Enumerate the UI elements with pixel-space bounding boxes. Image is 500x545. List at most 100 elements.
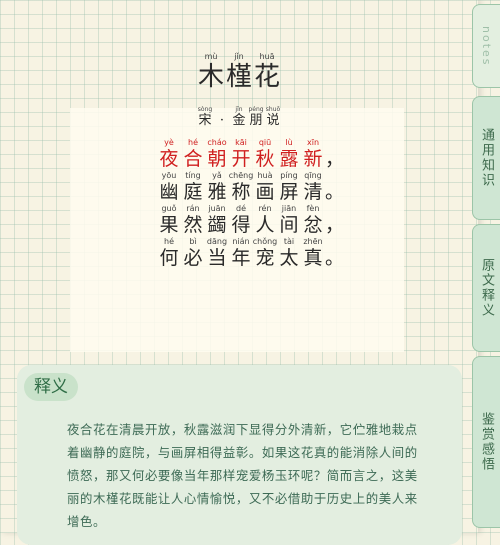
pinyin: píng bbox=[280, 171, 298, 180]
explanation-heading: 释义 bbox=[24, 373, 78, 401]
poem-author: sòng 宋 · jīn 金 péng 朋 shuō 说 bbox=[0, 106, 478, 129]
char-cell: tài 太 bbox=[277, 237, 301, 270]
hanzi: 说 bbox=[266, 113, 280, 128]
hanzi: 清 bbox=[303, 181, 323, 203]
pinyin: shuō bbox=[265, 106, 281, 113]
hanzi: 合 bbox=[183, 148, 203, 170]
pinyin: cháo bbox=[207, 138, 227, 147]
char-cell: mù 木 bbox=[197, 52, 225, 92]
punctuation: 。 bbox=[325, 181, 345, 203]
pinyin: yōu bbox=[161, 171, 177, 180]
hanzi: 露 bbox=[279, 148, 299, 170]
hanzi: 幽 bbox=[159, 181, 179, 203]
side-tab-strip: notes 通用知识 原文释义 鉴赏感悟 bbox=[472, 0, 500, 533]
pinyin: juān bbox=[208, 204, 226, 213]
pinyin: chǒng bbox=[252, 237, 278, 246]
pinyin: mù bbox=[204, 52, 218, 61]
pinyin: huà bbox=[257, 171, 273, 180]
poem-line: guǒ 果 rán 然 juān 蠲 dé 得 rén 人 jiān 间 fèn 忿， bbox=[157, 204, 344, 237]
tab-original-text[interactable]: 原文释义 bbox=[472, 224, 500, 352]
pinyin: rén bbox=[258, 204, 272, 213]
char-cell: chǒng 宠 bbox=[252, 237, 278, 270]
char-cell: qiū 秋 bbox=[253, 138, 277, 171]
pinyin: zhēn bbox=[303, 237, 323, 246]
tab-general-knowledge[interactable]: 通用知识 bbox=[472, 96, 500, 220]
hanzi: 画 bbox=[255, 181, 275, 203]
tab-label: 通用知识 bbox=[479, 128, 494, 188]
char-cell: zhēn 真 bbox=[301, 237, 325, 270]
char-cell: nián 年 bbox=[229, 237, 253, 270]
pinyin: yǎ bbox=[212, 171, 222, 180]
hanzi: 朋 bbox=[249, 113, 263, 128]
hanzi: 果 bbox=[159, 214, 179, 236]
hanzi: 宠 bbox=[255, 247, 275, 269]
hanzi: 宋 bbox=[198, 113, 212, 128]
hanzi: · bbox=[219, 113, 225, 128]
char-cell: fèn 忿 bbox=[301, 204, 325, 237]
char-cell: tíng 庭 bbox=[181, 171, 205, 204]
tab-notes[interactable]: notes bbox=[472, 4, 500, 88]
char-cell: · bbox=[214, 106, 231, 129]
hanzi: 新 bbox=[303, 148, 323, 170]
tab-appreciation[interactable]: 鉴赏感悟 bbox=[472, 356, 500, 528]
char-cell: juān 蠲 bbox=[205, 204, 229, 237]
explanation-text: 夜合花在清晨开放，秋露滋润下显得分外清新，它伫雅地栽点着幽静的庭院，与画屏相得益… bbox=[67, 422, 418, 529]
hanzi: 称 bbox=[231, 181, 251, 203]
hanzi: 雅 bbox=[207, 181, 227, 203]
hanzi: 年 bbox=[231, 247, 251, 269]
char-cell: hé 何 bbox=[157, 237, 181, 270]
pinyin: xīn bbox=[306, 138, 320, 147]
char-cell: hé 合 bbox=[181, 138, 205, 171]
pinyin: hé bbox=[164, 237, 174, 246]
poem-title: mù 木 jǐn 槿 huā 花 bbox=[0, 52, 478, 92]
char-cell: píng 屏 bbox=[277, 171, 301, 204]
hanzi: 庭 bbox=[183, 181, 203, 203]
char-cell: sòng 宋 bbox=[197, 106, 214, 129]
char-cell: cháo 朝 bbox=[205, 138, 229, 171]
pinyin: tíng bbox=[185, 171, 201, 180]
pinyin: lù bbox=[285, 138, 293, 147]
char-cell: kāi 开 bbox=[229, 138, 253, 171]
char-cell: jǐn 槿 bbox=[225, 52, 253, 92]
char-cell: rén 人 bbox=[253, 204, 277, 237]
pinyin: qīng bbox=[304, 171, 322, 180]
char-cell: bì 必 bbox=[181, 237, 205, 270]
pinyin: péng bbox=[248, 106, 264, 113]
hanzi: 槿 bbox=[225, 62, 252, 92]
pinyin: dāng bbox=[206, 237, 228, 246]
char-cell: dé 得 bbox=[229, 204, 253, 237]
pinyin: nián bbox=[232, 237, 250, 246]
pinyin: hé bbox=[188, 138, 198, 147]
pinyin: yè bbox=[164, 138, 174, 147]
char-cell: péng 朋 bbox=[248, 106, 265, 129]
pinyin: guǒ bbox=[161, 204, 177, 213]
hanzi: 木 bbox=[197, 62, 224, 92]
hanzi: 夜 bbox=[159, 148, 179, 170]
poem-line: hé 何 bì 必 dāng 当 nián 年 chǒng 宠 tài 太 zhēn 真。 bbox=[157, 237, 344, 270]
pinyin: chēng bbox=[228, 171, 254, 180]
pinyin: kāi bbox=[235, 138, 247, 147]
pinyin: sòng bbox=[197, 106, 213, 113]
hanzi: 秋 bbox=[255, 148, 275, 170]
char-cell: rán 然 bbox=[181, 204, 205, 237]
poem-line: yè 夜 hé 合 cháo 朝 kāi 开 qiū 秋 lù 露 xīn 新， bbox=[157, 138, 344, 171]
char-cell: xīn 新 bbox=[301, 138, 325, 171]
hanzi: 屏 bbox=[279, 181, 299, 203]
hanzi: 金 bbox=[232, 113, 246, 128]
char-cell: jiān 间 bbox=[277, 204, 301, 237]
punctuation: 。 bbox=[325, 247, 345, 269]
poem-line: yōu 幽 tíng 庭 yǎ 雅 chēng 称 huà 画 píng 屏 qīng 清。 bbox=[157, 171, 344, 204]
char-cell: qīng 清 bbox=[301, 171, 325, 204]
pinyin: fèn bbox=[306, 204, 320, 213]
punctuation: ， bbox=[325, 214, 345, 236]
hanzi: 然 bbox=[183, 214, 203, 236]
pinyin: jīn bbox=[235, 106, 243, 113]
hanzi: 朝 bbox=[207, 148, 227, 170]
pinyin: jiān bbox=[281, 204, 297, 213]
char-cell: chēng 称 bbox=[228, 171, 254, 204]
char-cell: yè 夜 bbox=[157, 138, 181, 171]
hanzi: 何 bbox=[159, 247, 179, 269]
char-cell: dāng 当 bbox=[205, 237, 229, 270]
punctuation: ， bbox=[325, 148, 345, 170]
hanzi: 忿 bbox=[303, 214, 323, 236]
